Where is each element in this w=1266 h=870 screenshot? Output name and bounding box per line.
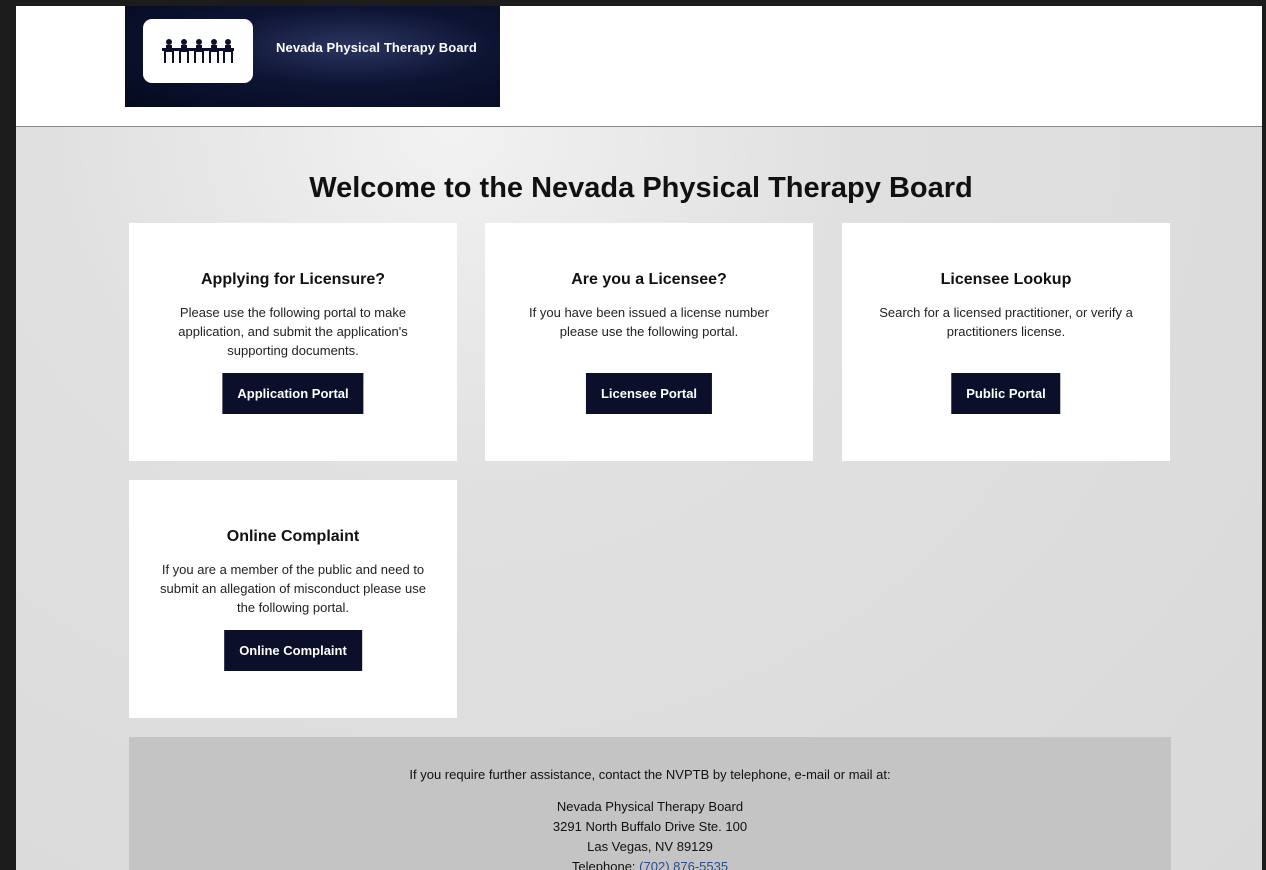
card-text: If you have been issued a license number… (529, 305, 769, 339)
card-text: Search for a licensed practitioner, or v… (879, 305, 1133, 339)
meeting-table-icon (162, 39, 234, 63)
card-title: Are you a Licensee? (571, 271, 727, 288)
page-title: Welcome to the Nevada Physical Therapy B… (309, 172, 973, 204)
main-content: Welcome to the Nevada Physical Therapy B… (16, 127, 1262, 870)
brand-banner[interactable]: Nevada Physical Therapy Board (125, 6, 500, 107)
card-online-complaint: Online Complaint If you are a member of … (129, 480, 457, 718)
card-text: If you are a member of the public and ne… (160, 562, 426, 615)
licensee-portal-button[interactable]: Licensee Portal (585, 373, 713, 414)
page-frame: Nevada Physical Therapy Board Welcome to… (16, 6, 1262, 870)
telephone-line: Telephone: (702) 876-5535 (129, 857, 1171, 870)
telephone-label: Telephone: (571, 859, 636, 870)
card-title: Licensee Lookup (940, 271, 1072, 288)
city-state-zip: Las Vegas, NV 89129 (587, 839, 713, 854)
public-portal-button[interactable]: Public Portal (951, 373, 1061, 414)
card-licensee: Are you a Licensee? If you have been iss… (485, 223, 813, 461)
site-header: Nevada Physical Therapy Board (16, 6, 1262, 127)
street-address: 3291 North Buffalo Drive Ste. 100 (552, 819, 748, 834)
card-applying-licensure: Applying for Licensure? Please use the f… (129, 223, 457, 461)
card-licensee-lookup: Licensee Lookup Search for a licensed pr… (842, 223, 1170, 461)
contact-footer: If you require further assistance, conta… (129, 737, 1171, 870)
card-text: Please use the following portal to make … (178, 305, 408, 358)
mailing-address: Nevada Physical Therapy Board 3291 North… (129, 797, 1171, 870)
card-title: Online Complaint (226, 528, 360, 545)
logo[interactable] (143, 19, 253, 83)
org-name: Nevada Physical Therapy Board (556, 799, 744, 814)
card-title: Applying for Licensure? (200, 271, 385, 288)
assistance-text: If you require further assistance, conta… (409, 767, 891, 782)
online-complaint-button[interactable]: Online Complaint (224, 630, 362, 671)
application-portal-button[interactable]: Application Portal (222, 373, 364, 414)
brand-title: Nevada Physical Therapy Board (276, 40, 477, 55)
telephone-link[interactable]: (702) 876-5535 (639, 859, 728, 870)
